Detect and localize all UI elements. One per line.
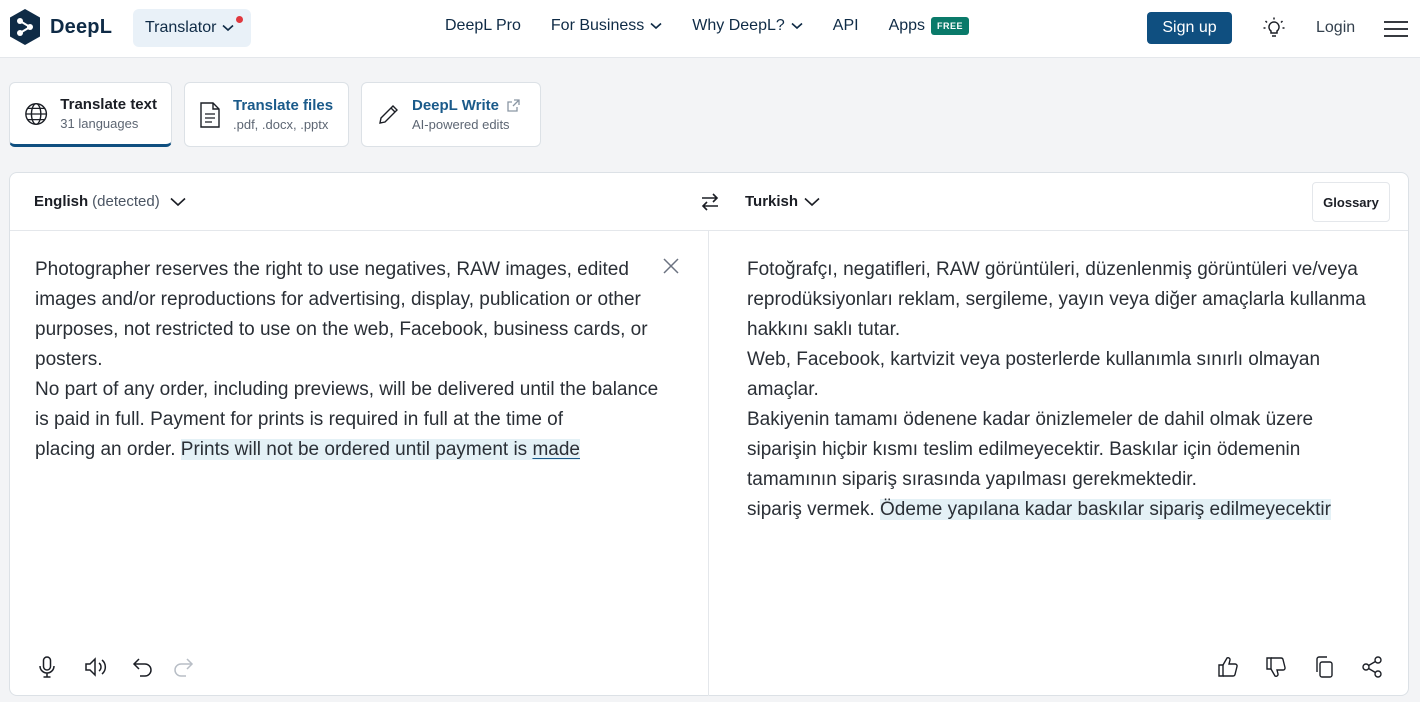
source-line: No part of any order, including previews…	[35, 379, 659, 430]
nav-label: For Business	[550, 17, 645, 34]
source-highlight: Prints will not be ordered until payment…	[180, 439, 580, 460]
target-text-output[interactable]: Fotoğrafçı, negatifleri, RAW görüntüleri…	[747, 255, 1387, 525]
target-highlight[interactable]: Ödeme yapılana kadar baskılar sipariş ed…	[880, 499, 1331, 520]
source-line: Photographer reserves the right to use n…	[35, 259, 641, 310]
source-line: placing an order.	[35, 439, 176, 460]
nav-deepl-pro[interactable]: DeepL Pro	[445, 17, 521, 35]
nav-label: API	[832, 17, 859, 34]
logo-wordmark: DeepL	[50, 15, 113, 38]
tab-title: Translate text	[60, 96, 157, 113]
language-bar: English (detected) Turkish Glossary	[10, 173, 1408, 231]
tab-translate-text[interactable]: Translate text 31 languages	[9, 82, 172, 147]
target-line: Web, Facebook, kartvizit veya posterlerd…	[747, 349, 1321, 400]
globe-icon	[25, 102, 48, 125]
speaker-icon[interactable]	[83, 655, 107, 679]
external-link-icon	[507, 99, 520, 112]
nav-api[interactable]: API	[833, 17, 859, 35]
thumbs-down-icon[interactable]	[1264, 655, 1288, 679]
swap-languages-icon[interactable]	[698, 190, 722, 214]
tab-translate-files[interactable]: Translate files .pdf, .docx, .pptx	[184, 82, 349, 147]
target-line: Fotoğrafçı, negatifleri, RAW görüntüleri…	[747, 259, 1366, 340]
clear-text-icon[interactable]	[662, 257, 680, 275]
share-icon[interactable]	[1360, 655, 1384, 679]
deepl-logo-icon	[10, 9, 40, 45]
nav-for-business[interactable]: For Business	[551, 17, 662, 35]
detected-label: (detected)	[92, 193, 160, 210]
underlined-word[interactable]: made	[532, 439, 580, 460]
main-nav: DeepL Pro For Business Why DeepL? API Ap…	[445, 17, 970, 35]
top-navigation-bar: DeepL Translator DeepL Pro For Business …	[0, 0, 1420, 58]
chevron-down-icon	[804, 197, 820, 206]
redo-icon[interactable]	[171, 655, 195, 679]
nav-why-deepl[interactable]: Why DeepL?	[692, 17, 803, 35]
login-link[interactable]: Login	[1316, 19, 1355, 37]
chevron-down-icon	[650, 22, 662, 30]
thumbs-up-icon[interactable]	[1216, 655, 1240, 679]
chevron-down-icon	[791, 22, 803, 30]
tab-subtitle: .pdf, .docx, .pptx	[233, 117, 329, 132]
target-line: Bakiyenin tamamı ödenene kadar önizlemel…	[747, 409, 1314, 490]
microphone-icon[interactable]	[35, 655, 59, 679]
panel-divider	[708, 231, 709, 696]
target-line: sipariş vermek.	[747, 499, 875, 520]
tab-subtitle: AI-powered edits	[412, 117, 510, 132]
source-language: English	[34, 193, 89, 210]
document-icon	[200, 101, 220, 128]
nav-apps[interactable]: Apps FREE	[888, 17, 970, 35]
glossary-button[interactable]: Glossary	[1312, 182, 1390, 222]
undo-icon[interactable]	[131, 655, 155, 679]
free-badge: FREE	[931, 17, 970, 35]
translator-label: Translator	[145, 19, 217, 36]
source-line: purposes, not restricted to use on the w…	[35, 319, 648, 370]
deepl-logo[interactable]: DeepL	[8, 8, 112, 46]
copy-icon[interactable]	[1312, 655, 1336, 679]
nav-label: DeepL Pro	[445, 17, 521, 34]
source-text-input[interactable]: Photographer reserves the right to use n…	[35, 255, 660, 465]
source-language-selector[interactable]: English (detected)	[34, 193, 186, 210]
nav-label: Apps	[888, 17, 926, 34]
target-language: Turkish	[745, 193, 799, 210]
notification-dot	[236, 16, 243, 23]
highlight-text: Prints will not be ordered until payment…	[180, 439, 528, 460]
tab-title: DeepL Write	[412, 97, 499, 114]
translator-panel: English (detected) Turkish Glossary Phot…	[9, 172, 1409, 696]
nav-label: Why DeepL?	[692, 17, 785, 34]
tab-subtitle: 31 languages	[60, 116, 139, 131]
tab-title: Translate files	[233, 97, 334, 114]
tab-deepl-write[interactable]: DeepL Write AI-powered edits	[361, 82, 541, 147]
lightbulb-icon[interactable]	[1262, 16, 1286, 40]
target-language-selector[interactable]: Turkish	[745, 193, 820, 210]
chevron-down-icon	[222, 24, 234, 32]
translator-menu-button[interactable]: Translator	[133, 9, 251, 47]
chevron-down-icon	[170, 197, 186, 206]
hamburger-menu-icon[interactable]	[1383, 19, 1409, 39]
sign-up-button[interactable]: Sign up	[1147, 12, 1232, 44]
pen-icon	[379, 104, 398, 124]
